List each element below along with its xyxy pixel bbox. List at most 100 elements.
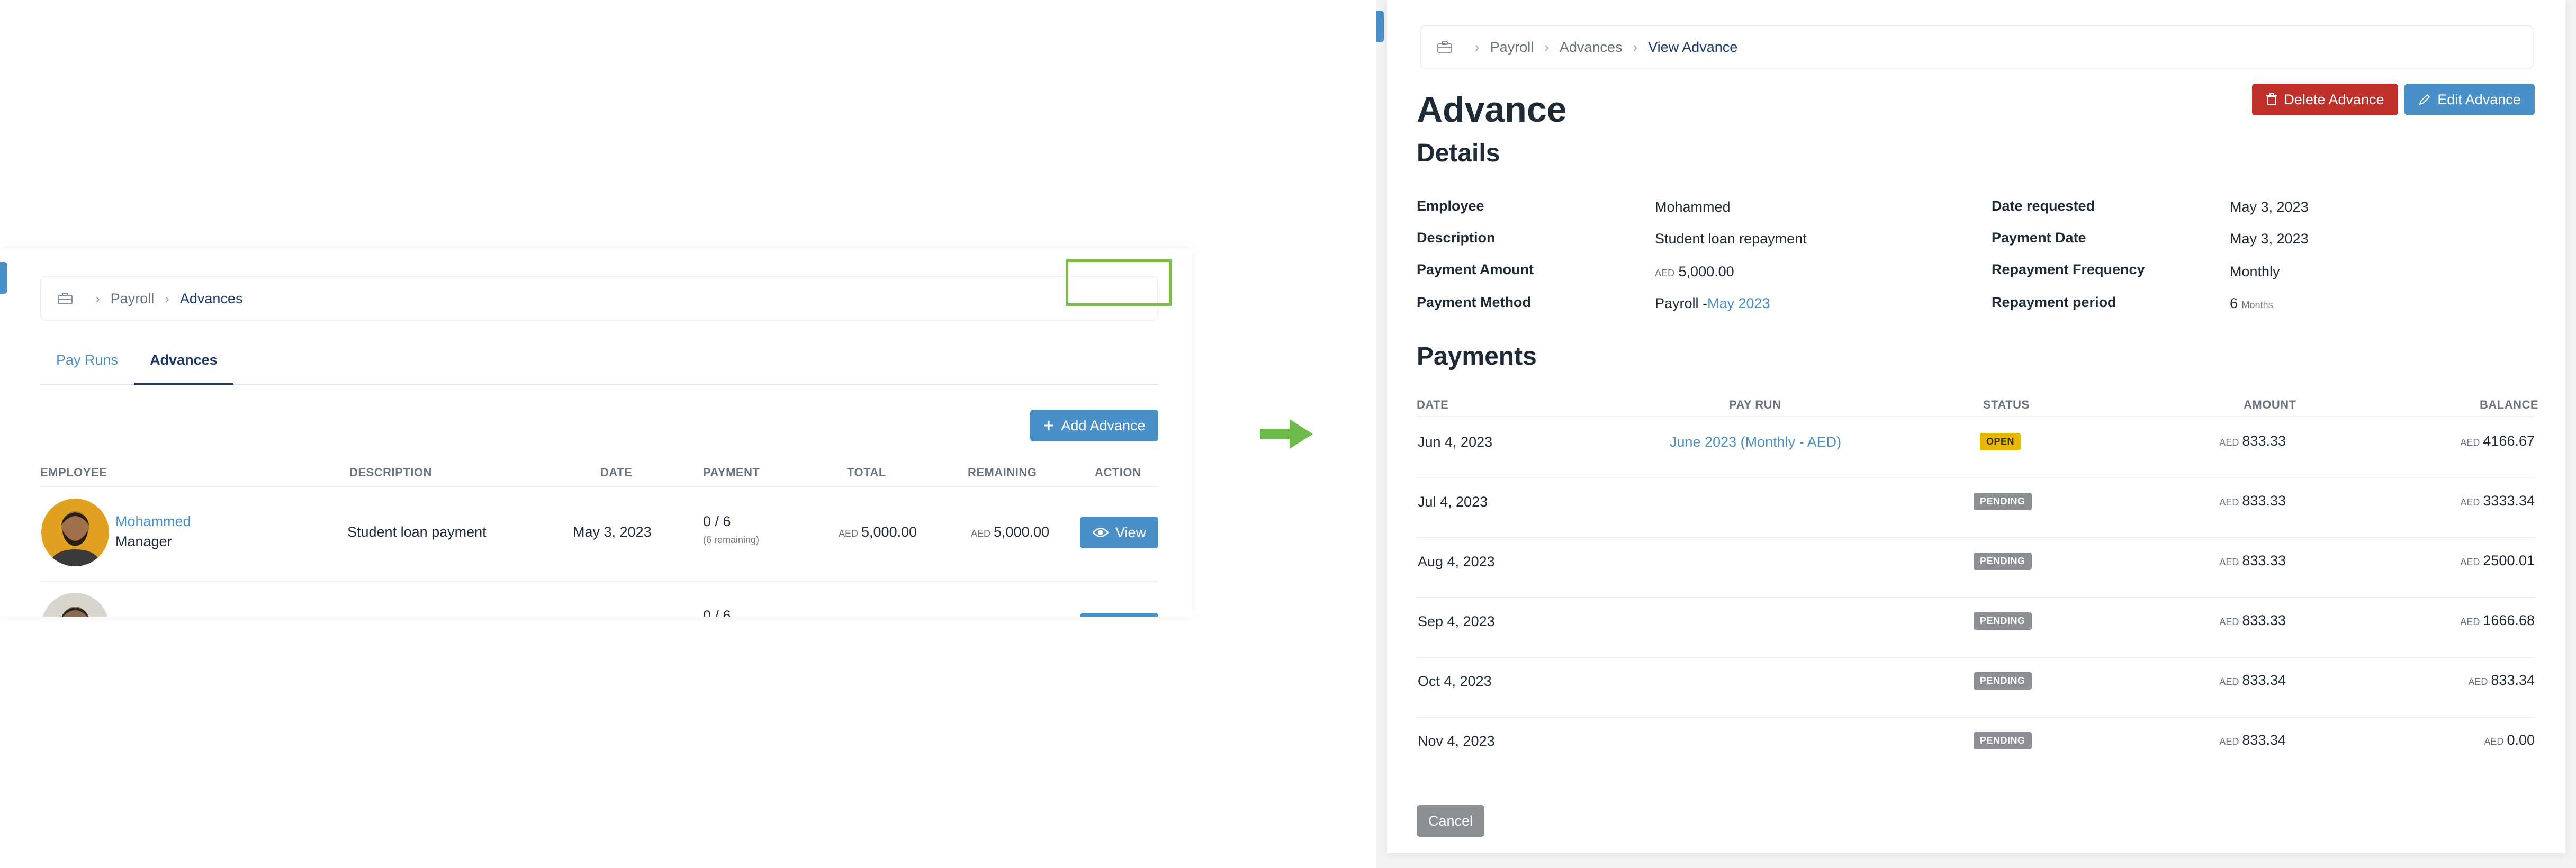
payment-cell: 0 / 6 — [703, 608, 731, 617]
status-badge: PENDING — [1974, 672, 2032, 690]
trash-icon — [2266, 93, 2277, 105]
currency-label: AED — [2460, 497, 2480, 508]
description-cell: Student loan payment — [347, 524, 487, 540]
currency-label: AED — [2460, 617, 2480, 627]
chevron-right-icon: › — [1475, 39, 1480, 55]
payment-date: Sep 4, 2023 — [1418, 613, 1495, 629]
payment-date: Nov 4, 2023 — [1418, 733, 1495, 749]
currency-label: AED — [971, 528, 991, 539]
breadcrumb-view-advance[interactable]: View Advance — [1648, 39, 1737, 56]
payment-date: Jun 4, 2023 — [1418, 434, 1493, 450]
row-divider — [1417, 537, 2535, 538]
chevron-right-icon: › — [95, 290, 100, 306]
pencil-icon — [2419, 94, 2430, 105]
payment-date: Aug 4, 2023 — [1418, 554, 1495, 569]
breadcrumb: › Payroll › Advances › View Advance — [1420, 25, 2534, 69]
payment-amount: 5,000.00 — [1678, 264, 1734, 279]
payrun-link[interactable]: June 2023 (Monthly - AED) — [1670, 434, 1841, 450]
view-label: View — [1115, 524, 1147, 540]
avatar[interactable] — [41, 593, 109, 617]
details-heading: Details — [1417, 139, 1500, 167]
status-badge-label: PENDING — [1974, 493, 2032, 510]
payment-balance-cell: AED 833.34 — [2468, 672, 2535, 689]
employee-value: Mohammed — [1655, 199, 1731, 215]
col-employee: EMPLOYEE — [40, 466, 107, 479]
breadcrumb-advances[interactable]: Advances — [1560, 39, 1623, 56]
payment-amount-label: Payment Amount — [1417, 261, 1534, 277]
avatar[interactable] — [41, 499, 109, 566]
employee-name-link[interactable]: Mohammed — [115, 513, 191, 530]
col-date: DATE — [600, 466, 633, 479]
currency-label: AED — [2460, 437, 2480, 448]
tab-advances[interactable]: Advances — [134, 341, 233, 385]
view-button-highlight — [1066, 259, 1172, 306]
payment-balance: 0.00 — [2507, 732, 2535, 748]
payment-balance-cell: AED 4166.67 — [2460, 433, 2535, 449]
panel-edge-tab[interactable] — [0, 262, 7, 294]
payment-date: Jul 4, 2023 — [1418, 494, 1488, 510]
view-button[interactable]: View — [1080, 517, 1158, 548]
repayment-period-unit: Months — [2241, 300, 2273, 310]
col-pay-run: PAY RUN — [1729, 398, 1781, 411]
status-badge: OPEN — [1980, 433, 2021, 450]
employee-role: Manager — [115, 534, 172, 549]
cancel-button[interactable]: Cancel — [1417, 805, 1484, 837]
payment-amount-cell: AED 833.33 — [2219, 493, 2286, 509]
payment-amount: 833.33 — [2242, 493, 2286, 509]
tab-pay-runs[interactable]: Pay Runs — [40, 341, 134, 383]
currency-label: AED — [2219, 557, 2239, 567]
payment-amount-cell: AED 833.33 — [2219, 612, 2286, 629]
payrun-link[interactable]: May 2023 — [1707, 295, 1770, 311]
payment-amount: 833.33 — [2242, 553, 2286, 568]
currency-label: AED — [2219, 676, 2239, 687]
breadcrumb-payroll[interactable]: Payroll — [111, 291, 155, 307]
payment-method-prefix: Payroll - — [1655, 295, 1708, 311]
row-divider — [40, 581, 1158, 582]
breadcrumb-advances[interactable]: Advances — [180, 291, 243, 307]
status-badge: PENDING — [1974, 493, 2032, 510]
currency-label: AED — [2219, 437, 2239, 448]
status-badge-label: PENDING — [1974, 732, 2032, 749]
chevron-right-icon: › — [1544, 39, 1549, 55]
payment-amount-cell: AED 833.33 — [2219, 553, 2286, 569]
tab-bar: Pay Runs Advances — [40, 341, 1158, 385]
status-badge-label: PENDING — [1974, 612, 2032, 630]
total-amount: 5,000.00 — [861, 524, 917, 540]
date-cell: May 3, 2023 — [573, 524, 652, 540]
delete-advance-button[interactable]: Delete Advance — [2252, 84, 2398, 115]
breadcrumb: › Payroll › Advances — [40, 276, 1158, 321]
breadcrumb-payroll[interactable]: Payroll — [1490, 39, 1534, 56]
briefcase-icon[interactable] — [57, 292, 73, 305]
status-badge-label: OPEN — [1980, 433, 2021, 450]
payment-balance: 2500.01 — [2483, 553, 2535, 568]
col-date: DATE — [1417, 398, 1449, 411]
payment-amount-value: AED 5,000.00 — [1655, 264, 1734, 280]
status-badge: PENDING — [1974, 612, 2032, 630]
payment-cell: 0 / 6 — [703, 513, 731, 529]
currency-label: AED — [839, 528, 859, 539]
payment-method-label: Payment Method — [1417, 294, 1532, 310]
payment-balance: 3333.34 — [2483, 493, 2535, 509]
payment-balance-cell: AED 1666.68 — [2460, 612, 2535, 629]
edit-advance-button[interactable]: Edit Advance — [2404, 84, 2535, 115]
col-status: STATUS — [1983, 398, 2030, 411]
payment-date: Oct 4, 2023 — [1418, 673, 1492, 689]
description-value: Student loan repayment — [1655, 231, 1807, 247]
briefcase-icon[interactable] — [1437, 41, 1453, 53]
add-advance-button[interactable]: Add Advance — [1030, 410, 1158, 441]
col-remaining: REMAINING — [968, 466, 1037, 479]
view-button[interactable] — [1080, 613, 1158, 617]
payment-amount: 833.33 — [2242, 433, 2286, 449]
delete-advance-label: Delete Advance — [2284, 91, 2384, 107]
col-payment: PAYMENT — [703, 466, 760, 479]
panel-edge-tab[interactable] — [1376, 11, 1384, 42]
repayment-frequency-value: Monthly — [2230, 264, 2280, 279]
add-advance-label: Add Advance — [1061, 417, 1146, 433]
payment-balance: 4166.67 — [2483, 433, 2535, 449]
chevron-right-icon: › — [1633, 39, 1638, 55]
employee-label: Employee — [1417, 198, 1484, 214]
payment-balance: 1666.68 — [2483, 612, 2535, 628]
currency-label: AED — [2484, 736, 2504, 747]
eye-icon — [1092, 528, 1109, 537]
payment-balance-cell: AED 3333.34 — [2460, 493, 2535, 509]
